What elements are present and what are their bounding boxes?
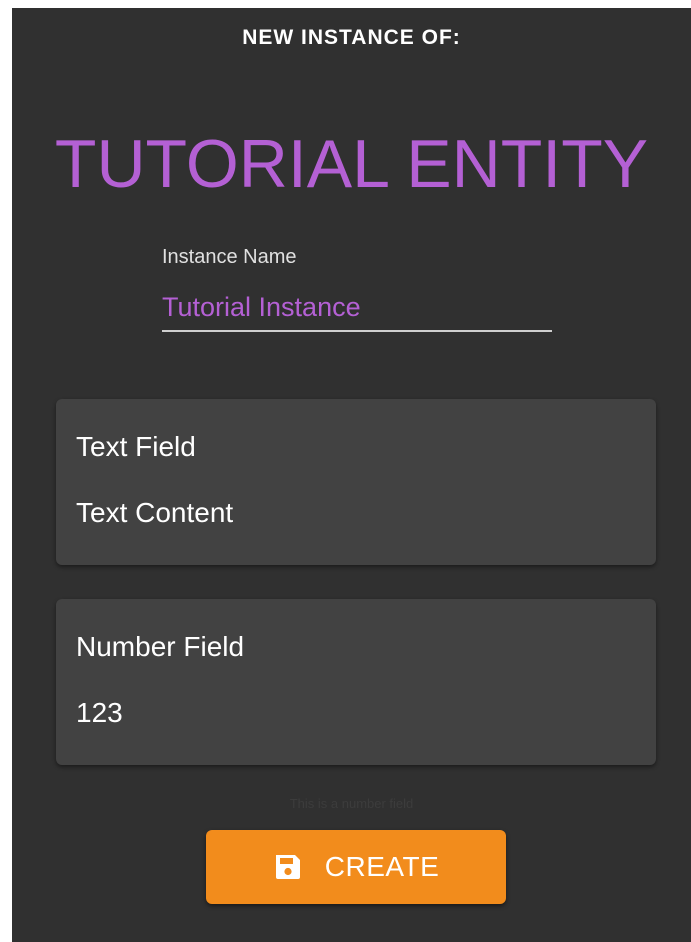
instance-name-input[interactable] (162, 286, 552, 328)
create-instance-panel: NEW INSTANCE OF: TUTORIAL ENTITY Instanc… (12, 8, 691, 942)
instance-name-label: Instance Name (162, 246, 297, 268)
text-field-value[interactable]: Text Content (76, 497, 233, 529)
text-field-card[interactable]: Text Field Text Content (56, 399, 656, 565)
instance-name-field[interactable]: Instance Name (162, 236, 552, 334)
entity-title: TUTORIAL ENTITY (54, 126, 649, 202)
text-field-label: Text Field (76, 431, 196, 462)
create-button[interactable]: CREATE (206, 830, 506, 904)
number-field-card[interactable]: Number Field 123 (56, 599, 656, 765)
number-field-value[interactable]: 123 (76, 697, 123, 729)
number-field-label: Number Field (76, 631, 245, 662)
save-icon (273, 852, 303, 882)
create-button-label: CREATE (324, 851, 440, 882)
new-instance-heading: NEW INSTANCE OF: (242, 26, 461, 49)
instance-name-underline (162, 330, 552, 332)
field-hint: This is a number field (289, 796, 414, 811)
